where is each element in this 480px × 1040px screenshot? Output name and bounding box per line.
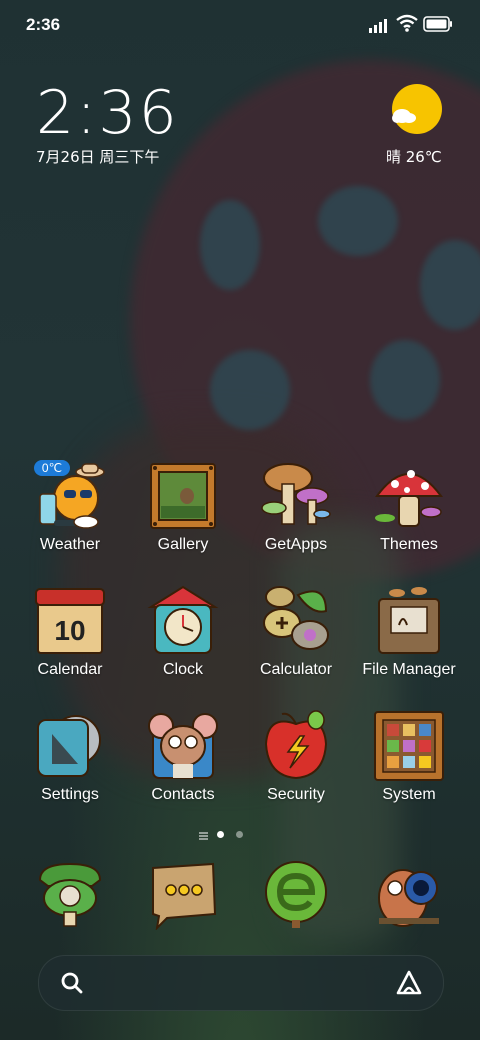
weather-widget-text: 晴 26℃ <box>386 148 442 166</box>
clock-widget-date: 7月26日 周三下午 <box>36 148 160 166</box>
app-label: Weather <box>39 536 101 553</box>
signal-icon <box>369 19 387 33</box>
security-icon <box>264 710 328 780</box>
search-icon[interactable] <box>59 970 85 996</box>
themes-icon <box>375 470 443 527</box>
clock-icon <box>147 585 219 654</box>
app-label: File Manager <box>362 661 456 678</box>
app-calculator[interactable]: Calculator <box>240 585 352 695</box>
battery-icon <box>423 16 452 32</box>
app-label: System <box>382 786 436 803</box>
status-time: 2:36 <box>26 15 61 34</box>
app-label: Themes <box>380 536 438 553</box>
app-clock[interactable]: Clock <box>127 585 239 695</box>
camera-icon[interactable] <box>373 858 445 930</box>
calculator-icon <box>263 586 329 650</box>
app-label: Settings <box>41 786 99 803</box>
app-contacts[interactable]: Contacts <box>127 710 239 820</box>
app-label: Calendar <box>37 661 103 678</box>
weather-badge: 0℃ <box>34 460 70 476</box>
gallery-icon <box>150 463 216 529</box>
sun-with-cloud-icon[interactable] <box>392 84 442 134</box>
messages-icon[interactable] <box>147 858 219 930</box>
app-label: Calculator <box>259 661 333 678</box>
search-bar[interactable] <box>38 955 444 1011</box>
assistant-icon[interactable] <box>395 969 423 997</box>
status-bar: 2:36 <box>0 0 480 52</box>
calendar-day: 10 <box>54 615 86 646</box>
app-label: Gallery <box>157 536 209 553</box>
app-label: GetApps <box>264 536 328 553</box>
browser-icon[interactable] <box>260 858 332 930</box>
contacts-icon <box>148 713 218 779</box>
app-gallery[interactable]: Gallery <box>127 460 239 570</box>
app-label: Clock <box>162 661 203 678</box>
phone-icon[interactable] <box>34 858 106 930</box>
getapps-icon <box>261 463 331 525</box>
clock-widget-time[interactable]: 2:36 <box>36 78 179 148</box>
page-indicator[interactable] <box>0 828 480 842</box>
page-list-icon <box>199 832 208 834</box>
app-file-manager[interactable]: File Manager <box>353 585 465 695</box>
page-dot <box>236 831 243 838</box>
app-label: Contacts <box>151 786 215 803</box>
settings-icon <box>37 715 101 777</box>
wifi-icon <box>396 14 418 32</box>
app-settings[interactable]: Settings <box>14 710 126 820</box>
system-icon <box>374 711 444 781</box>
file-manager-icon <box>378 587 440 654</box>
app-calendar[interactable]: 10 Calendar <box>14 585 126 695</box>
app-system[interactable]: System <box>353 710 465 820</box>
app-getapps[interactable]: GetApps <box>240 460 352 570</box>
app-themes[interactable]: Themes <box>353 460 465 570</box>
page-dot-active <box>217 831 224 838</box>
app-label: Security <box>267 786 325 803</box>
app-security[interactable]: Security <box>240 710 352 820</box>
app-weather[interactable]: 0℃ Weather <box>14 460 126 570</box>
